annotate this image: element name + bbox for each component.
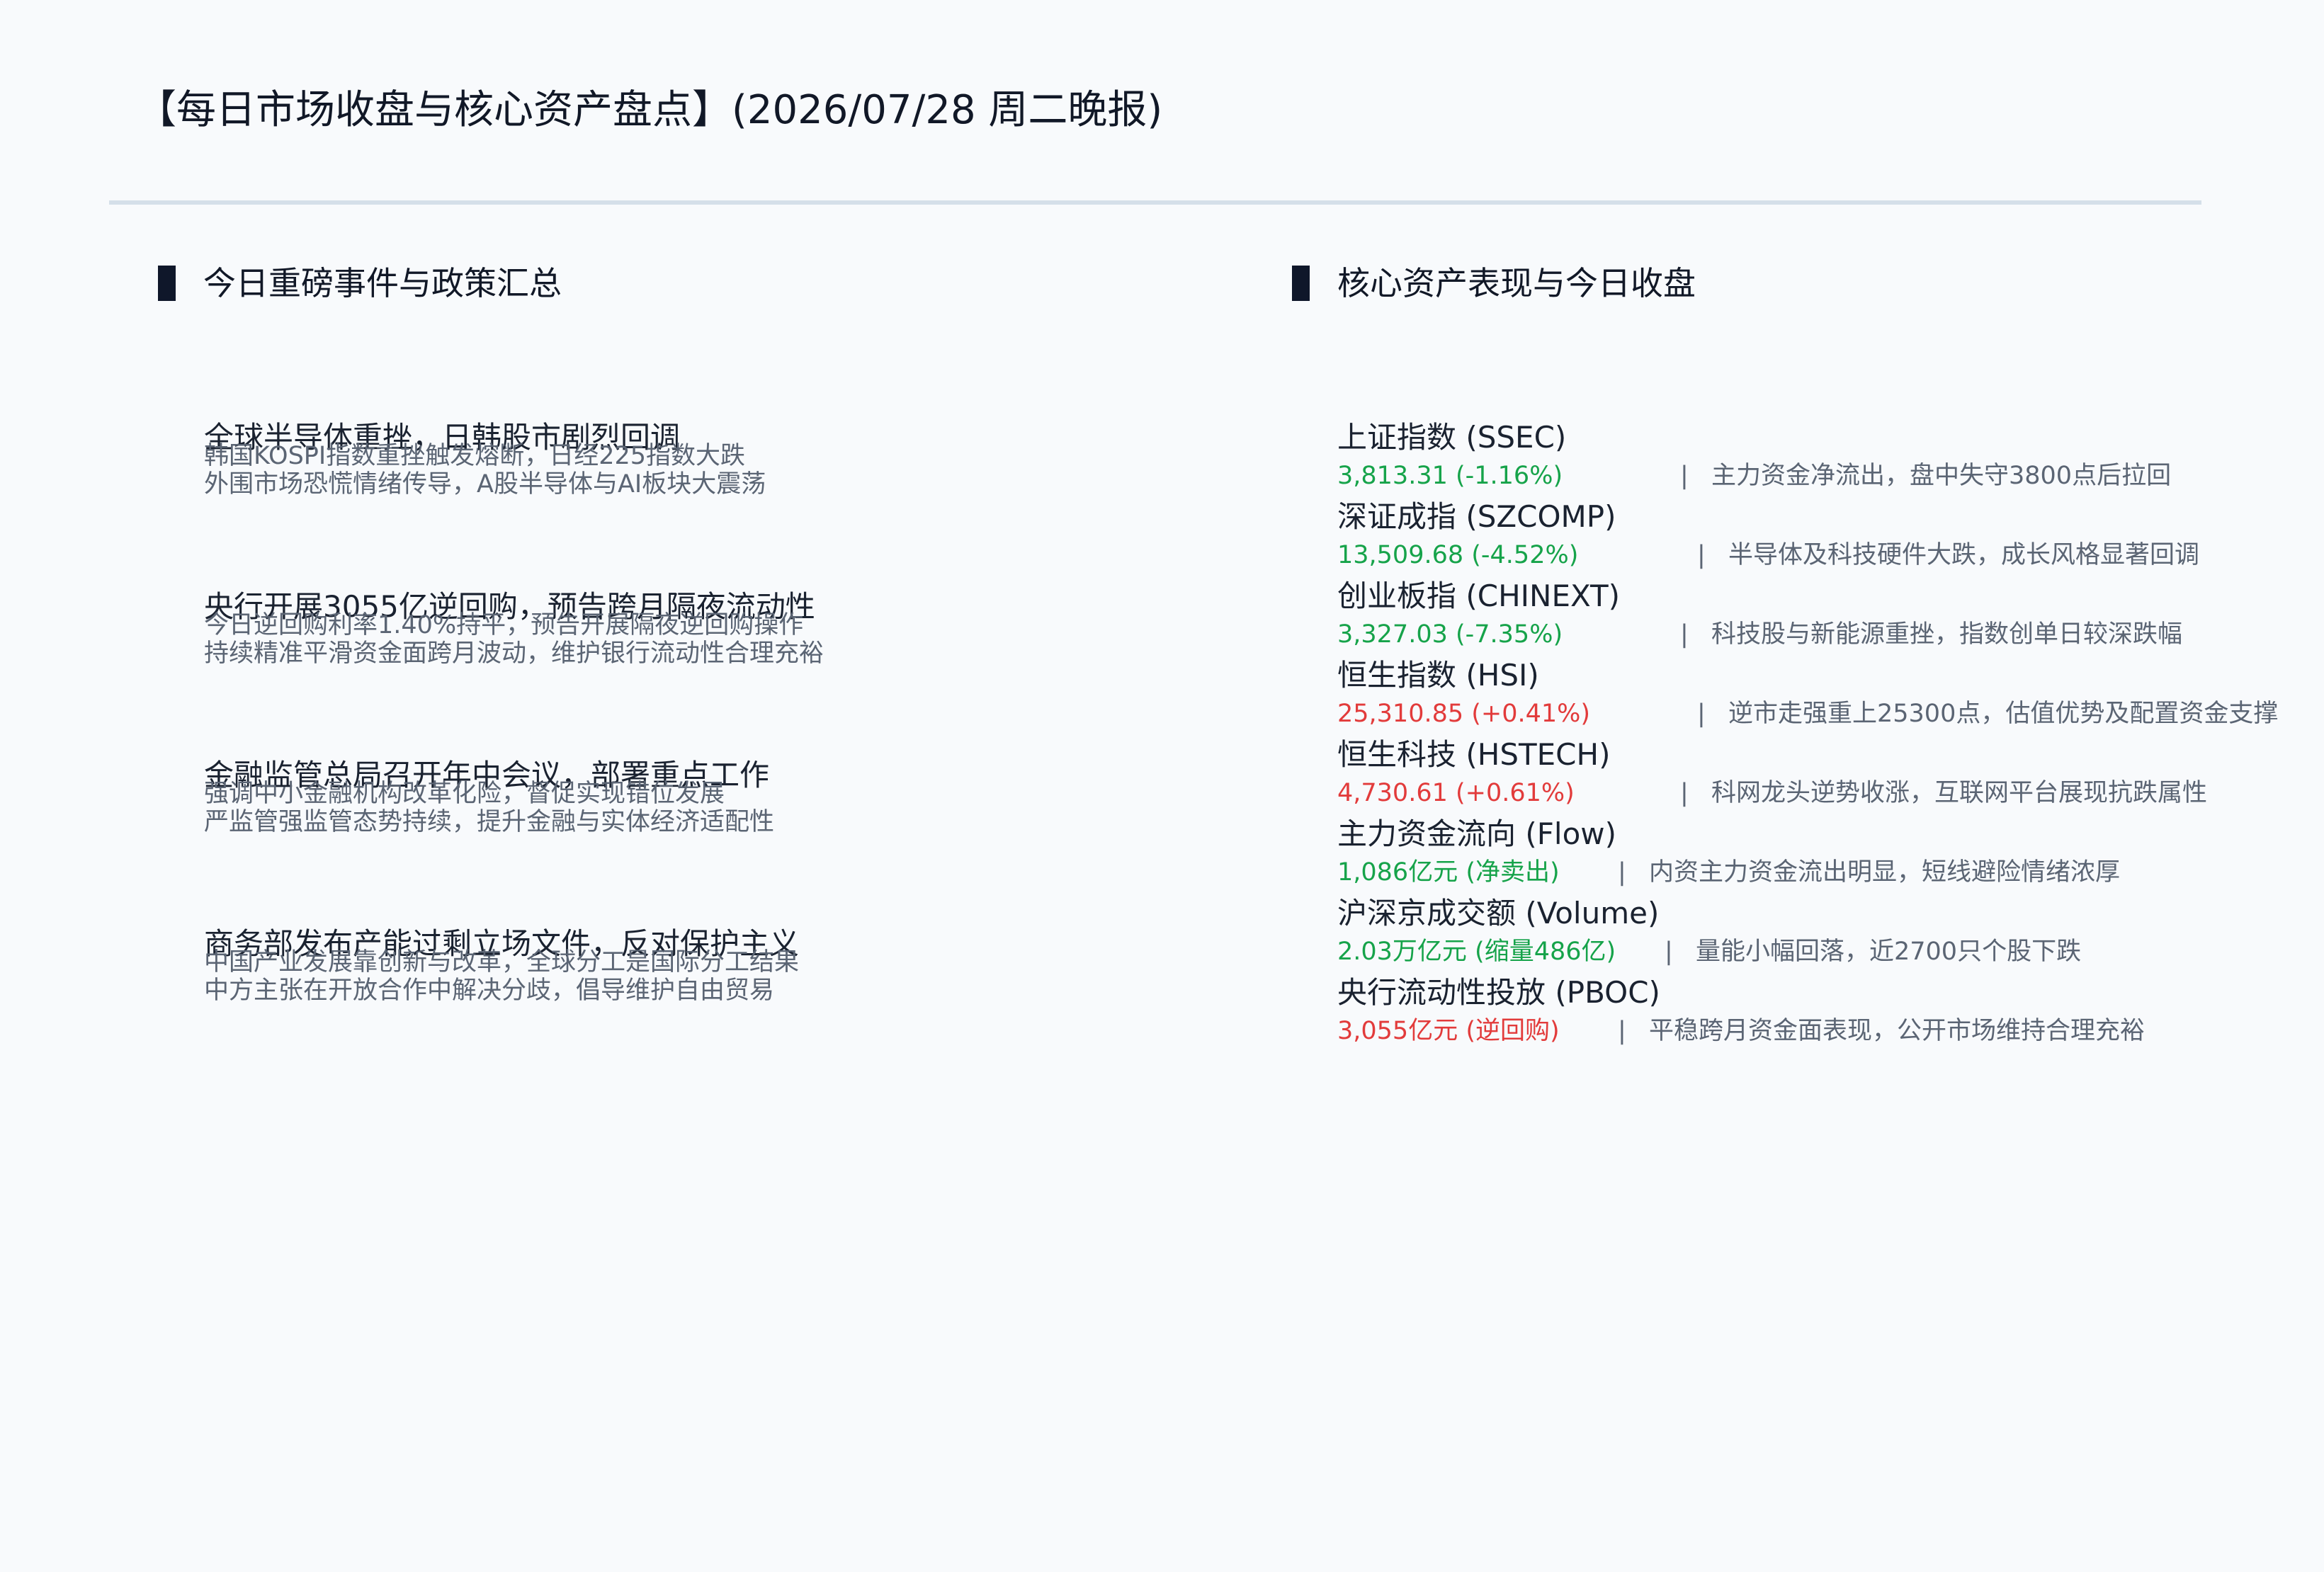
event-detail-line: 中国产业发展靠创新与改革，全球分工是国际分工结果 [204, 948, 800, 976]
asset-comment: 量能小幅回落，近2700只个股下跌 [1696, 938, 2082, 966]
event-detail-line: 韩国KOSPI指数重挫触发熔断，日经225指数大跌 [204, 442, 746, 470]
events-section-title: 今日重磅事件与政策汇总 [203, 264, 562, 302]
asset-value: 13,509.68 (-4.52%) [1337, 541, 1579, 569]
asset-comment: 半导体及科技硬件大跌，成长风格显著回调 [1728, 541, 2200, 569]
asset-value: 25,310.85 (+0.41%) [1337, 700, 1591, 728]
asset-name: 主力资金流向 (Flow) [1337, 816, 1616, 851]
separator: | [1618, 858, 1626, 887]
asset-value: 3,813.31 (-1.16%) [1337, 462, 1563, 490]
asset-value: 1,086亿元 (净卖出) [1337, 858, 1560, 887]
separator: | [1618, 1017, 1626, 1045]
asset-value: 3,055亿元 (逆回购) [1337, 1017, 1560, 1045]
asset-comment: 主力资金净流出，盘中失守3800点后拉回 [1711, 462, 2172, 490]
event-detail-line: 中方主张在开放合作中解决分歧，倡导维护自由贸易 [204, 976, 775, 1005]
events-section-header: 今日重磅事件与政策汇总 [158, 261, 562, 306]
event-detail-line: 严监管强监管态势持续，提升金融与实体经济适配性 [204, 808, 775, 836]
separator: | [1680, 462, 1689, 490]
separator: | [1665, 938, 1673, 966]
asset-name: 深证成指 (SZCOMP) [1337, 499, 1616, 534]
asset-comment: 逆市走强重上25300点，估值优势及配置资金支撑 [1728, 700, 2279, 728]
separator: | [1697, 700, 1706, 728]
event-detail-line: 持续精准平滑资金面跨月波动，维护银行流动性合理充裕 [204, 639, 824, 668]
assets-section-title: 核心资产表现与今日收盘 [1337, 264, 1696, 302]
asset-name: 沪深京成交额 (Volume) [1337, 896, 1660, 930]
title-divider [109, 200, 2201, 205]
page-title: 【每日市场收盘与核心资产盘点】(2026/07/28 周二晚报) [137, 87, 1163, 133]
separator: | [1697, 541, 1706, 569]
asset-comment: 科网龙头逆势收涨，互联网平台展现抗跌属性 [1711, 779, 2208, 807]
separator: | [1680, 779, 1689, 807]
asset-name: 恒生科技 (HSTECH) [1337, 737, 1611, 772]
asset-name: 央行流动性投放 (PBOC) [1337, 975, 1660, 1010]
asset-name: 上证指数 (SSEC) [1337, 420, 1567, 455]
asset-comment: 科技股与新能源重挫，指数创单日较深跌幅 [1711, 620, 2183, 649]
section-marker-bar [158, 266, 176, 301]
asset-value: 4,730.61 (+0.61%) [1337, 779, 1575, 807]
asset-comment: 平稳跨月资金面表现，公开市场维持合理充裕 [1649, 1017, 2146, 1045]
separator: | [1680, 620, 1689, 649]
asset-name: 创业板指 (CHINEXT) [1337, 579, 1621, 613]
asset-name: 恒生指数 (HSI) [1337, 658, 1539, 693]
asset-comment: 内资主力资金流出明显，短线避险情绪浓厚 [1649, 858, 2121, 887]
event-detail-line: 强调中小金融机构改革化险，督促实现错位发展 [204, 780, 725, 808]
asset-value: 3,327.03 (-7.35%) [1337, 620, 1563, 649]
event-detail-line: 外围市场恐慌情绪传导，A股半导体与AI板块大震荡 [204, 470, 766, 499]
event-detail-line: 今日逆回购利率1.40%持平，预告开展隔夜逆回购操作 [204, 611, 804, 639]
assets-section-header: 核心资产表现与今日收盘 [1292, 261, 1696, 306]
section-marker-bar [1292, 266, 1310, 301]
asset-value: 2.03万亿元 (缩量486亿) [1337, 938, 1616, 966]
